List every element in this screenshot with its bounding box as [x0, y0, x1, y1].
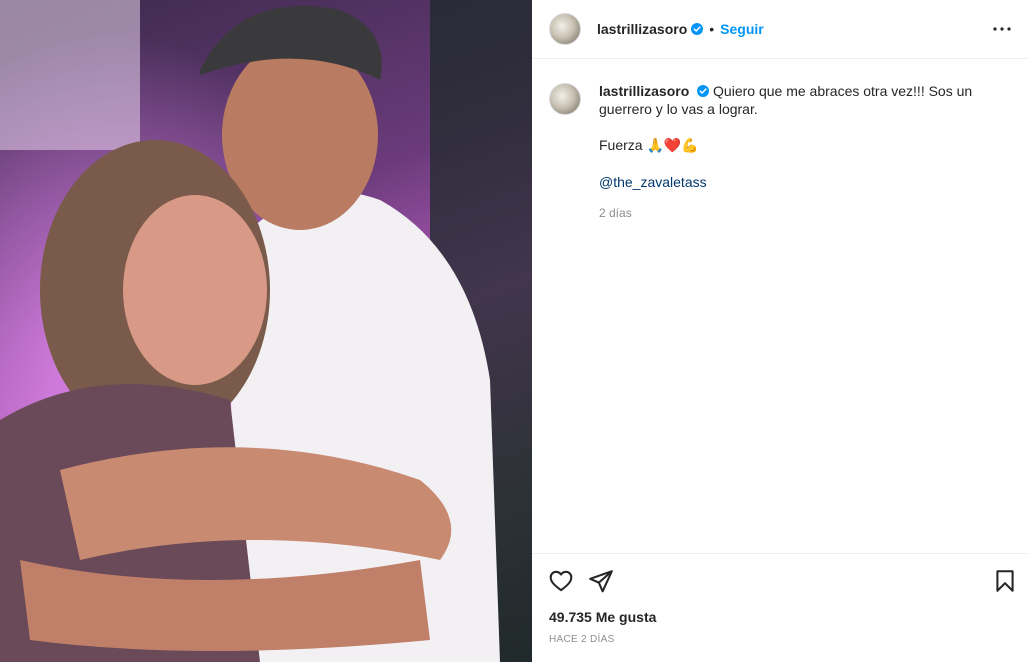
action-bar — [532, 553, 1028, 606]
caption-mention-line: @the_zavaletass — [599, 173, 989, 191]
caption-emoji: 🙏❤️💪 — [646, 138, 699, 154]
caption-timestamp[interactable]: 2 días — [599, 204, 989, 222]
header-username[interactable]: lastrillizasoro — [597, 21, 687, 37]
caption-avatar[interactable] — [549, 83, 581, 115]
heart-icon[interactable] — [548, 568, 574, 594]
photo-illustration — [0, 0, 532, 662]
avatar[interactable] — [549, 13, 581, 45]
likes-count[interactable]: 49.735 Me gusta — [549, 609, 656, 625]
posted-ago: HACE 2 DÍAS — [549, 634, 615, 645]
post-photo[interactable] — [0, 0, 532, 662]
verified-badge-icon — [697, 85, 710, 97]
paper-plane-icon[interactable] — [588, 568, 614, 594]
post-header: lastrillizasoro • Seguir — [532, 0, 1028, 59]
more-options-icon[interactable] — [992, 19, 1012, 39]
follow-button[interactable]: Seguir — [720, 21, 764, 37]
verified-badge-icon — [691, 23, 704, 35]
bookmark-icon[interactable] — [992, 568, 1018, 594]
caption-text-block: lastrillizasoro Quiero que me abraces ot… — [599, 82, 989, 118]
caption-fuerza-word: Fuerza — [599, 137, 643, 153]
separator-dot: • — [709, 21, 715, 37]
caption-comment: lastrillizasoro Quiero que me abraces ot… — [549, 82, 1011, 222]
post-side-panel: lastrillizasoro • Seguir lastrillizasoro… — [532, 0, 1028, 662]
caption-username[interactable]: lastrillizasoro — [599, 83, 689, 99]
caption-body: lastrillizasoro Quiero que me abraces ot… — [599, 82, 989, 222]
mention-link[interactable]: @the_zavaletass — [599, 174, 707, 190]
caption-line-fuerza: Fuerza 🙏❤️💪 — [599, 136, 989, 155]
